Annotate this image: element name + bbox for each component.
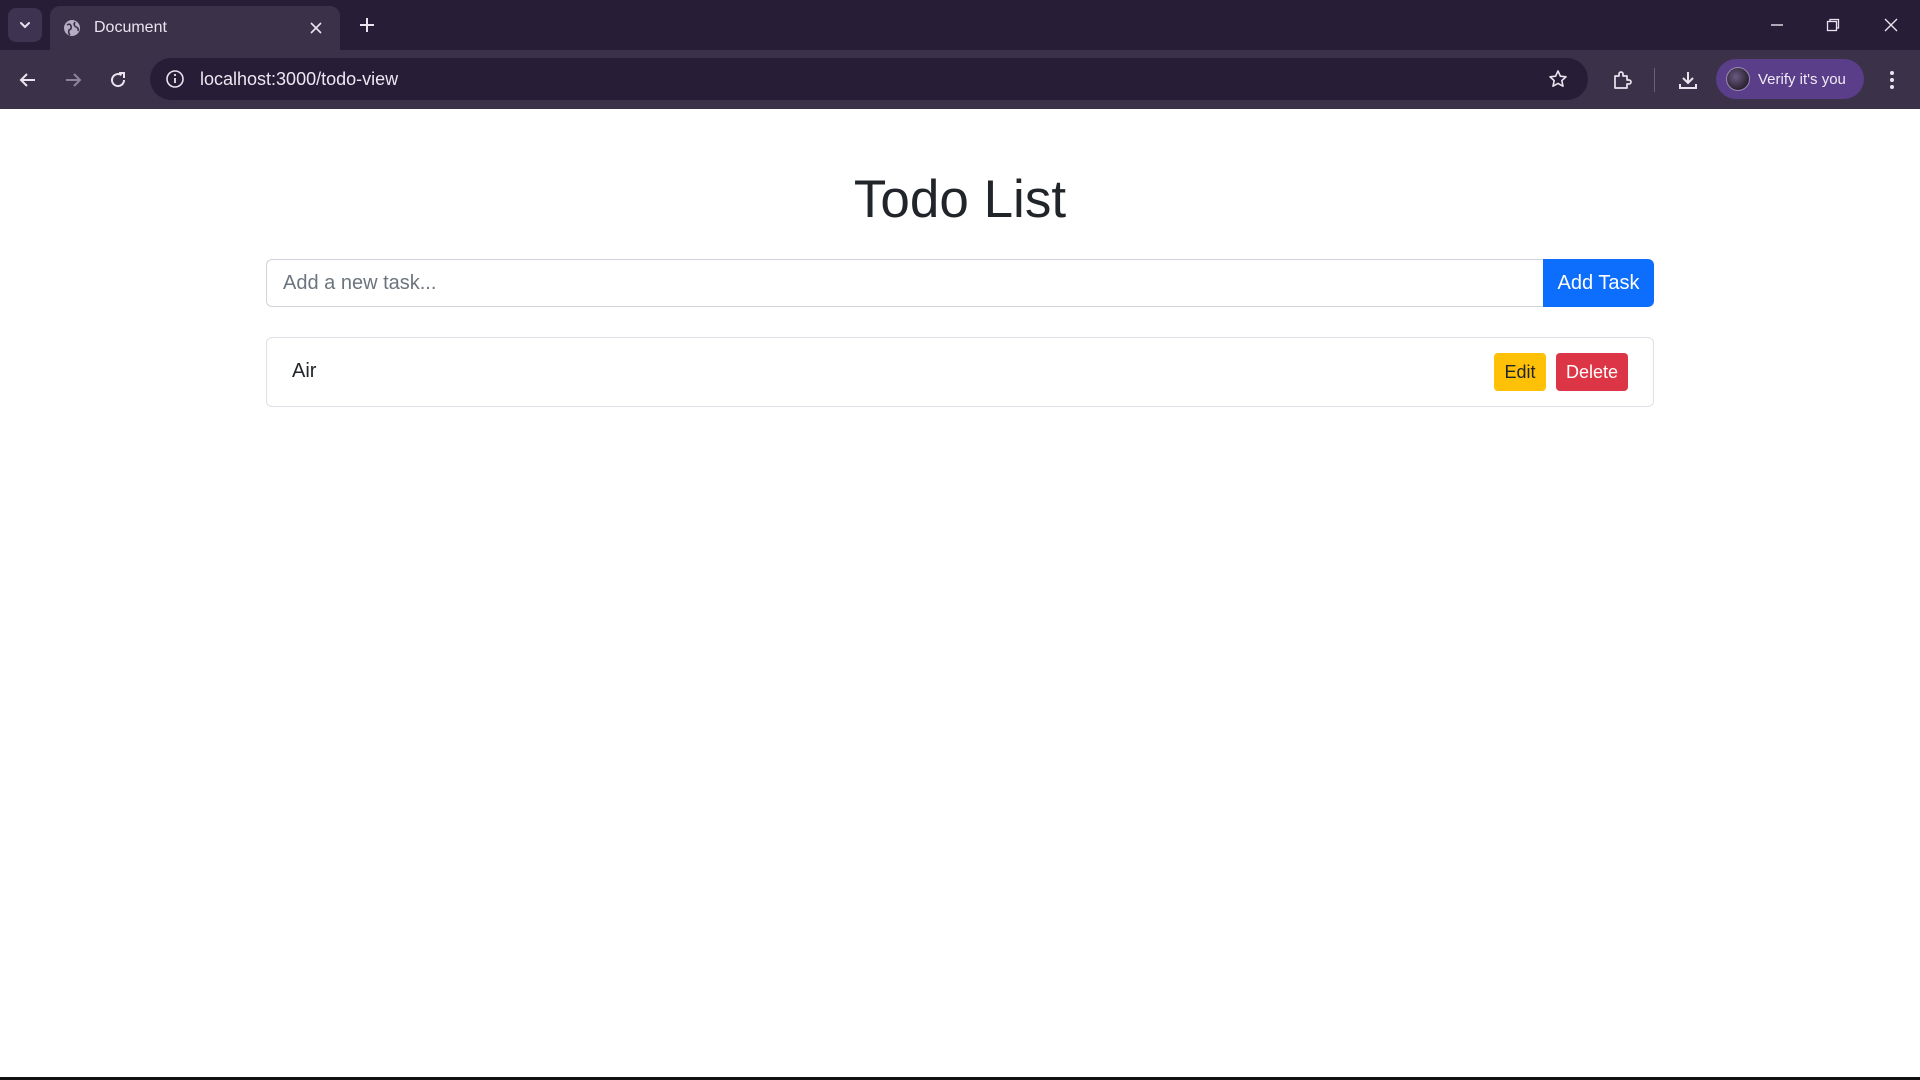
new-tab-button[interactable] (353, 11, 381, 39)
avatar (1726, 67, 1750, 91)
download-icon (1679, 72, 1697, 89)
puzzle-icon (1614, 71, 1632, 89)
page-title: Todo List (853, 170, 1067, 229)
forward-button[interactable] (57, 64, 89, 96)
bookmark-star-icon[interactable] (1540, 61, 1576, 97)
tab-search-button[interactable] (8, 8, 42, 42)
close-window-button[interactable] (1871, 9, 1911, 41)
page-content: Todo List Add Task Air Edit Delete (0, 109, 1920, 1080)
menu-button[interactable] (1876, 64, 1908, 96)
delete-button[interactable]: Delete (1556, 353, 1628, 391)
arrow-right-icon (66, 73, 82, 87)
back-button[interactable] (12, 64, 44, 96)
profile-label: Verify it's you (1758, 70, 1846, 88)
plus-icon (360, 18, 374, 32)
edit-button[interactable]: Edit (1494, 353, 1546, 391)
todo-list-item: Air Edit Delete (266, 337, 1654, 407)
tab-title: Document (94, 19, 167, 36)
close-tab-button[interactable] (304, 16, 328, 40)
extensions-button[interactable] (1606, 64, 1638, 96)
restore-icon (1826, 18, 1840, 32)
downloads-button[interactable] (1672, 64, 1704, 96)
address-bar[interactable]: localhost:3000/todo-view (150, 58, 1588, 100)
toolbar-divider (1654, 68, 1655, 92)
site-info-icon[interactable] (154, 58, 196, 100)
more-vertical-icon (1890, 71, 1894, 89)
minimize-button[interactable] (1757, 9, 1797, 41)
arrow-left-icon (19, 73, 35, 87)
globe-icon (62, 18, 82, 38)
reload-button[interactable] (102, 64, 134, 96)
close-icon (1884, 18, 1898, 32)
profile-button[interactable]: Verify it's you (1716, 59, 1864, 99)
tab-strip: Document (0, 0, 1920, 50)
reload-icon (111, 72, 126, 88)
browser-toolbar: localhost:3000/todo-view Verify it's you (0, 50, 1920, 109)
todo-item-text: Air (292, 360, 317, 382)
url-text[interactable]: localhost:3000/todo-view (200, 69, 1540, 90)
browser-tab[interactable]: Document (50, 6, 340, 50)
add-task-button[interactable]: Add Task (1543, 259, 1654, 307)
minimize-icon (1771, 24, 1783, 26)
chevron-down-icon (20, 22, 30, 29)
restore-button[interactable] (1813, 9, 1853, 41)
new-task-input[interactable] (266, 259, 1544, 307)
close-icon (310, 22, 322, 34)
